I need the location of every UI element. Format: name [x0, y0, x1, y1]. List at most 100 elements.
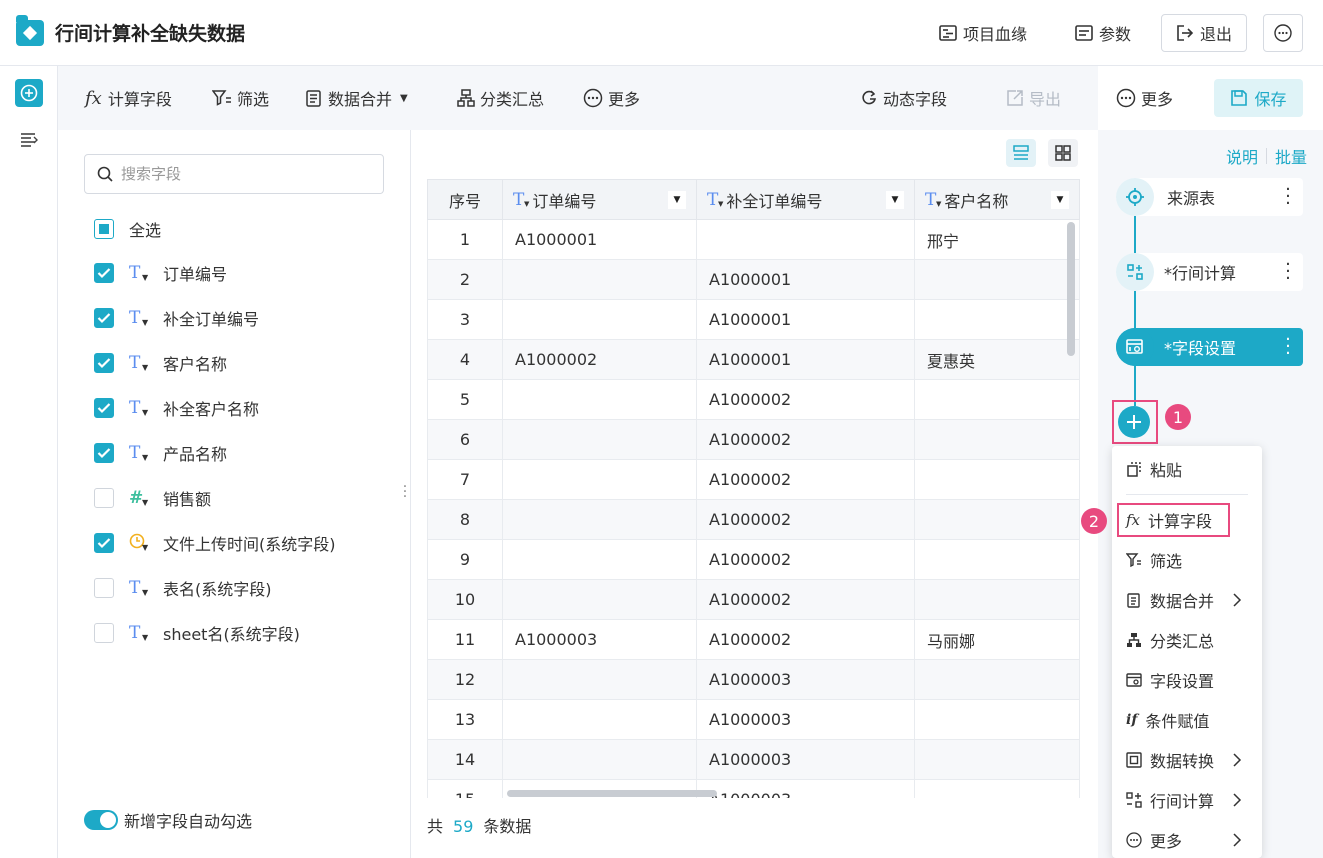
table-cell[interactable]: A1000003 [696, 739, 915, 780]
table-cell[interactable]: 1 [427, 219, 503, 260]
table-cell[interactable]: A1000002 [696, 419, 915, 460]
table-row[interactable]: 8 A1000002 [427, 499, 1080, 540]
table-cell[interactable] [914, 659, 1080, 700]
add-step-button[interactable] [1118, 406, 1150, 438]
table-cell[interactable] [502, 459, 697, 500]
table-cell[interactable] [502, 299, 697, 340]
field-row[interactable]: T ▼ 补全客户名称 [94, 395, 259, 421]
table-cell[interactable]: A1000003 [502, 619, 697, 660]
table-row[interactable]: 9 A1000002 [427, 539, 1080, 580]
node-menu-icon[interactable]: · · · [1285, 331, 1291, 363]
table-cell[interactable]: A1000002 [696, 459, 915, 500]
table-cell[interactable]: 8 [427, 499, 503, 540]
filter-tool[interactable]: 筛选 [212, 66, 269, 130]
table-cell[interactable]: 12 [427, 659, 503, 700]
table-cell[interactable]: A1000002 [696, 539, 915, 580]
table-cell[interactable]: A1000002 [696, 499, 915, 540]
table-cell[interactable]: 6 [427, 419, 503, 460]
table-row[interactable]: 1 A1000001 邢宁 [427, 219, 1080, 260]
menu-item-merge[interactable]: 数据合并 [1126, 580, 1250, 620]
flow-node-row-calc[interactable]: *行间计算 · · · [1116, 253, 1303, 291]
table-cell[interactable] [914, 579, 1080, 620]
table-cell[interactable]: A1000003 [696, 779, 915, 798]
field-row[interactable]: T ▼ 表名(系统字段) [94, 575, 272, 601]
table-cell[interactable] [914, 299, 1080, 340]
table-row[interactable]: 2 A1000001 [427, 259, 1080, 300]
table-cell[interactable]: 邢宁 [914, 219, 1080, 260]
table-cell[interactable]: A1000001 [696, 299, 915, 340]
auto-select-toggle[interactable] [84, 810, 118, 830]
field-row[interactable]: T ▼ sheet名(系统字段) [94, 620, 300, 646]
field-row[interactable]: # ▼ 销售额 [94, 485, 211, 511]
table-cell[interactable]: 2 [427, 259, 503, 300]
table-cell[interactable] [914, 779, 1080, 798]
table-cell[interactable] [696, 219, 915, 260]
table-cell[interactable]: 14 [427, 739, 503, 780]
table-row[interactable]: 12 A1000003 [427, 659, 1080, 700]
table-row[interactable]: 3 A1000001 [427, 299, 1080, 340]
menu-item-group-summary[interactable]: 分类汇总 [1126, 620, 1250, 660]
table-cell[interactable]: 夏惠英 [914, 339, 1080, 380]
table-cell[interactable] [914, 539, 1080, 580]
field-row[interactable]: T ▼ 订单编号 [94, 260, 227, 286]
table-row[interactable]: 13 A1000003 [427, 699, 1080, 740]
table-row[interactable]: 11 A1000003 A1000002 马丽娜 [427, 619, 1080, 660]
dynamic-field-tool[interactable]: 动态字段 [860, 66, 947, 130]
table-cell[interactable] [914, 499, 1080, 540]
table-cell[interactable]: A1000003 [696, 659, 915, 700]
menu-item-filter[interactable]: 筛选 [1126, 540, 1250, 580]
table-row[interactable]: 7 A1000002 [427, 459, 1080, 500]
field-checkbox[interactable] [94, 443, 114, 463]
field-row[interactable]: T ▼ 产品名称 [94, 440, 227, 466]
field-checkbox[interactable] [94, 263, 114, 283]
table-cell[interactable]: 7 [427, 459, 503, 500]
table-cell[interactable] [914, 419, 1080, 460]
horizontal-scrollbar[interactable] [507, 790, 717, 797]
table-cell[interactable] [502, 659, 697, 700]
table-cell[interactable] [914, 739, 1080, 780]
flow-node-source[interactable]: 来源表 · · · [1116, 178, 1303, 216]
menu-item-conditional-assign[interactable]: if 条件赋值 [1126, 700, 1250, 740]
column-dropdown-icon[interactable]: ▼ [886, 190, 904, 209]
table-cell[interactable] [914, 379, 1080, 420]
table-cell[interactable] [502, 699, 697, 740]
export-tool[interactable]: 导出 [1006, 66, 1061, 130]
table-cell[interactable]: A1000002 [696, 579, 915, 620]
table-cell[interactable] [914, 699, 1080, 740]
table-cell[interactable]: 10 [427, 579, 503, 620]
search-input[interactable] [121, 165, 371, 183]
help-link[interactable]: 说明 [1226, 144, 1258, 168]
column-header-filled-order-no[interactable]: T ▼ 补全订单编号 ▼ [696, 179, 915, 220]
column-header-order-no[interactable]: T ▼ 订单编号 ▼ [502, 179, 697, 220]
field-checkbox[interactable] [94, 578, 114, 598]
table-cell[interactable]: 3 [427, 299, 503, 340]
table-cell[interactable] [502, 579, 697, 620]
save-button[interactable]: 保存 [1214, 79, 1303, 117]
table-cell[interactable] [502, 259, 697, 300]
table-cell[interactable]: 4 [427, 339, 503, 380]
menu-item-more[interactable]: 更多 [1126, 820, 1250, 858]
table-cell[interactable] [502, 539, 697, 580]
table-cell[interactable] [502, 739, 697, 780]
table-cell[interactable]: 11 [427, 619, 503, 660]
menu-item-data-convert[interactable]: 数据转换 [1126, 740, 1250, 780]
table-cell[interactable]: 9 [427, 539, 503, 580]
table-cell[interactable]: A1000002 [696, 379, 915, 420]
table-cell[interactable]: A1000001 [502, 219, 697, 260]
table-cell[interactable] [502, 419, 697, 460]
table-row[interactable]: 5 A1000002 [427, 379, 1080, 420]
menu-item-field-settings[interactable]: 字段设置 [1126, 660, 1250, 700]
calc-field-tool[interactable]: fx 计算字段 [85, 66, 172, 130]
table-cell[interactable]: A1000002 [696, 619, 915, 660]
table-cell[interactable]: 5 [427, 379, 503, 420]
table-cell[interactable]: 马丽娜 [914, 619, 1080, 660]
flow-node-field-settings[interactable]: *字段设置 · · · [1116, 328, 1303, 366]
column-dropdown-icon[interactable]: ▼ [668, 190, 686, 209]
lineage-button[interactable]: 项目血缘 [939, 14, 1027, 52]
table-cell[interactable]: 15 [427, 779, 503, 798]
field-row[interactable]: ▼ 文件上传时间(系统字段) [94, 530, 336, 556]
table-cell[interactable] [502, 379, 697, 420]
menu-item-paste[interactable]: 粘贴 [1126, 449, 1250, 489]
panel-resize-handle-icon[interactable]: · · · [402, 480, 408, 504]
add-source-button[interactable] [15, 79, 43, 107]
